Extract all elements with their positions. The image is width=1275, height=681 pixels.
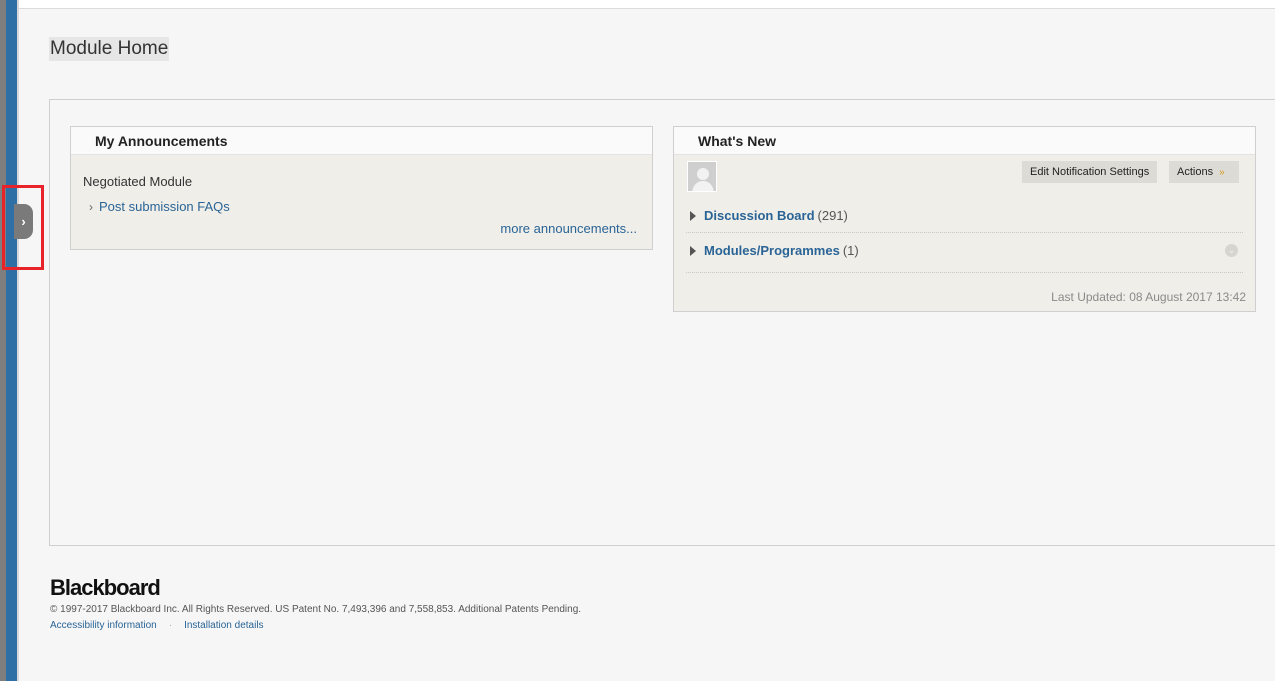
- expand-triangle-icon[interactable]: [690, 246, 696, 256]
- more-announcements-link[interactable]: more announcements...: [500, 221, 637, 236]
- user-silhouette-icon: [688, 162, 716, 191]
- whats-new-row-label[interactable]: Discussion Board (291): [704, 208, 848, 223]
- installation-details-link[interactable]: Installation details: [184, 620, 264, 631]
- edit-notification-settings-button[interactable]: Edit Notification Settings: [1022, 161, 1158, 183]
- left-rail: [0, 0, 19, 681]
- copyright-text: © 1997-2017 Blackboard Inc. All Rights R…: [50, 604, 582, 615]
- actions-button[interactable]: Actions »: [1169, 161, 1239, 183]
- row-title: Modules/Programmes: [704, 243, 840, 258]
- page-title: Module Home: [49, 37, 170, 61]
- announcement-item-label: Post submission FAQs: [99, 199, 230, 214]
- whats-new-row-discussion-board[interactable]: Discussion Board (291): [686, 199, 1243, 233]
- whats-new-heading: What's New: [674, 127, 1255, 155]
- double-chevron-down-icon: »: [1219, 167, 1225, 178]
- whats-new-row-label[interactable]: Modules/Programmes (1): [704, 243, 859, 258]
- link-separator: ·: [168, 620, 173, 631]
- expand-triangle-icon[interactable]: [690, 211, 696, 221]
- last-updated-text: Last Updated: 08 August 2017 13:42: [1051, 290, 1246, 304]
- announcement-course-name: Negotiated Module: [83, 174, 193, 189]
- announcements-module: My Announcements Negotiated Module › Post…: [70, 126, 653, 250]
- announcement-item[interactable]: › Post submission FAQs: [89, 199, 230, 214]
- top-strip: [19, 0, 1275, 9]
- whats-new-row-modules[interactable]: Modules/Programmes (1) ⌄: [686, 233, 1243, 273]
- row-title: Discussion Board: [704, 208, 815, 223]
- whats-new-module: What's New Edit Notification Settings Ac…: [673, 126, 1256, 312]
- highlight-box: [2, 185, 44, 270]
- actions-button-label: Actions: [1177, 166, 1214, 178]
- announcements-heading: My Announcements: [71, 127, 652, 155]
- avatar: [687, 161, 717, 192]
- footer-links: Accessibility information · Installation d…: [50, 620, 264, 631]
- accessibility-information-link[interactable]: Accessibility information: [50, 620, 157, 631]
- chevron-down-icon[interactable]: ⌄: [1225, 244, 1238, 257]
- row-count: (1): [842, 243, 859, 258]
- row-count: (291): [817, 208, 848, 223]
- blackboard-logo: Blackboard: [50, 575, 161, 600]
- chevron-right-icon: ›: [89, 200, 93, 214]
